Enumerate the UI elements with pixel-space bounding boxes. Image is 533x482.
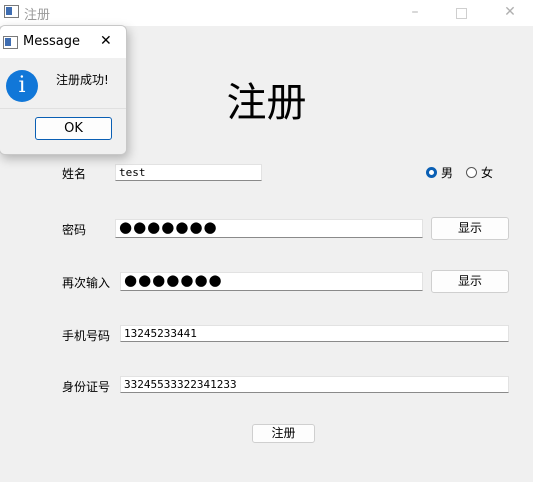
name-input[interactable]: test — [115, 164, 262, 181]
id-number-label: 身份证号 — [62, 380, 111, 394]
name-label: 姓名 — [62, 167, 87, 181]
title-bar: 注册 – ✕ — [0, 0, 533, 26]
gender-female-label: 女 — [481, 165, 494, 180]
minimize-button[interactable]: – — [392, 0, 438, 26]
information-icon: i — [6, 70, 38, 102]
window-title: 注册 — [24, 8, 51, 23]
maximize-icon — [455, 8, 467, 19]
confirm-password-label: 再次输入 — [62, 276, 111, 290]
gender-female-radio[interactable]: 女 — [466, 165, 494, 180]
close-button[interactable]: ✕ — [487, 0, 533, 26]
dialog-footer: OK — [0, 108, 126, 154]
gender-male-radio[interactable]: 男 — [426, 165, 454, 180]
register-button[interactable]: 注册 — [252, 424, 315, 443]
radio-checked-icon — [426, 166, 437, 178]
confirm-password-input[interactable]: ●●●●●●● — [120, 272, 423, 291]
id-number-input[interactable]: 33245533322341233 — [120, 376, 509, 393]
ok-button[interactable]: OK — [35, 117, 112, 140]
gender-male-label: 男 — [441, 165, 454, 180]
password-input[interactable]: ●●●●●●● — [115, 219, 423, 238]
phone-input[interactable]: 13245233441 — [120, 325, 509, 342]
dialog-app-icon — [3, 36, 18, 49]
dialog-title: Message — [23, 34, 80, 49]
password-label: 密码 — [62, 223, 87, 237]
radio-unchecked-icon — [466, 166, 477, 178]
dialog-message: 注册成功! — [56, 73, 109, 87]
show-password-button[interactable]: 显示 — [431, 217, 509, 240]
show-confirm-password-button[interactable]: 显示 — [431, 270, 509, 293]
maximize-button[interactable] — [438, 0, 484, 26]
phone-label: 手机号码 — [62, 329, 111, 343]
dialog-body: i 注册成功! — [0, 58, 126, 108]
dialog-title-bar: Message ✕ — [0, 26, 126, 58]
dialog-close-button[interactable]: ✕ — [100, 33, 112, 49]
message-dialog: Message ✕ i 注册成功! OK — [0, 25, 127, 155]
app-icon — [4, 5, 19, 18]
